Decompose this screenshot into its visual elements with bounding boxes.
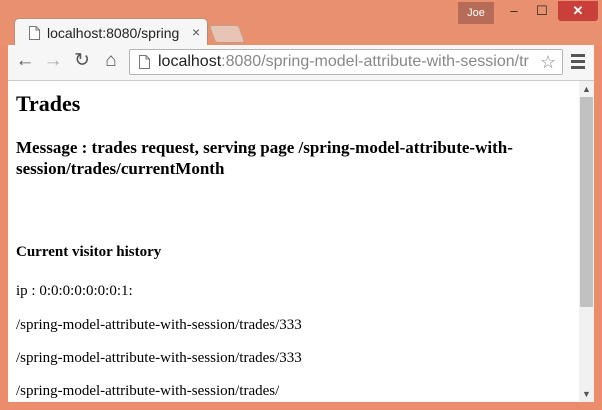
maximize-icon[interactable]: ☐ xyxy=(528,1,556,21)
scrollbar-thumb[interactable] xyxy=(580,97,593,307)
url-text[interactable]: localhost:8080/spring-model-attribute-wi… xyxy=(158,53,538,71)
page-icon xyxy=(29,26,40,40)
page-viewport: Trades Message : trades request, serving… xyxy=(8,81,579,402)
history-heading: Current visitor history xyxy=(16,244,162,260)
tab-title: localhost:8080/spring xyxy=(47,25,180,41)
url-path: :8080/spring-model-attribute-with-sessio… xyxy=(221,53,529,70)
message-heading: Message : trades request, serving page /… xyxy=(16,138,513,178)
browser-tab[interactable]: localhost:8080/spring × xyxy=(14,18,208,46)
history-item: ip : 0:0:0:0:0:0:0:1: xyxy=(16,283,133,299)
page-title: Trades xyxy=(16,91,81,116)
scroll-up-icon[interactable]: ▲ xyxy=(579,82,594,97)
address-bar[interactable]: localhost:8080/spring-model-attribute-wi… xyxy=(129,49,563,75)
menu-icon[interactable] xyxy=(569,51,587,71)
home-icon[interactable]: ⌂ xyxy=(99,49,123,73)
minimize-icon[interactable]: – xyxy=(500,1,528,21)
forward-arrow-icon[interactable]: → xyxy=(41,49,65,73)
star-icon[interactable]: ☆ xyxy=(540,51,556,73)
close-icon[interactable]: ✕ xyxy=(558,1,598,21)
page-icon xyxy=(139,55,150,69)
reload-icon[interactable]: ↻ xyxy=(70,49,94,73)
url-host: localhost xyxy=(158,53,222,70)
new-tab-button[interactable] xyxy=(208,25,246,43)
profile-button[interactable]: Joe xyxy=(458,2,494,24)
back-arrow-icon[interactable]: ← xyxy=(13,49,37,73)
browser-toolbar: ← → ↻ ⌂ localhost:8080/spring-model-attr… xyxy=(8,45,594,81)
history-item: /spring-model-attribute-with-session/tra… xyxy=(16,383,280,399)
history-item: /spring-model-attribute-with-session/tra… xyxy=(16,350,302,366)
history-item: /spring-model-attribute-with-session/tra… xyxy=(16,317,302,333)
tab-close-icon[interactable]: × xyxy=(192,23,200,41)
scroll-down-icon[interactable]: ▼ xyxy=(579,387,594,402)
vertical-scrollbar[interactable]: ▲ ▼ xyxy=(579,81,594,402)
